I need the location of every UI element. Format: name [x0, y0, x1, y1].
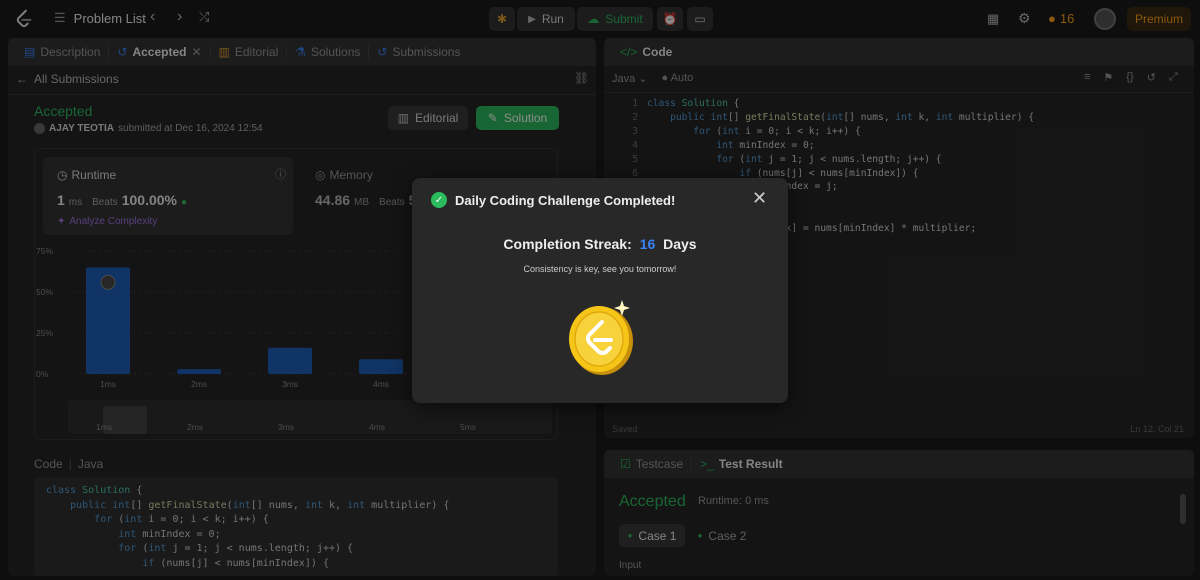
modal-header: ✓ Daily Coding Challenge Completed! [431, 192, 675, 208]
daily-challenge-modal: ✓ Daily Coding Challenge Completed! ✕ Co… [412, 178, 788, 403]
modal-message: Consistency is key, see you tomorrow! [523, 264, 677, 274]
gold-coin-icon [569, 300, 633, 375]
streak-label: Completion Streak: [503, 236, 632, 252]
streak-line: Completion Streak: 16 Days [412, 236, 788, 252]
modal-title: Daily Coding Challenge Completed! [455, 192, 676, 208]
close-icon[interactable]: ✕ [752, 188, 767, 209]
streak-value: 16 [639, 236, 656, 252]
streak-unit: Days [663, 236, 697, 252]
check-circle-icon: ✓ [431, 192, 447, 208]
